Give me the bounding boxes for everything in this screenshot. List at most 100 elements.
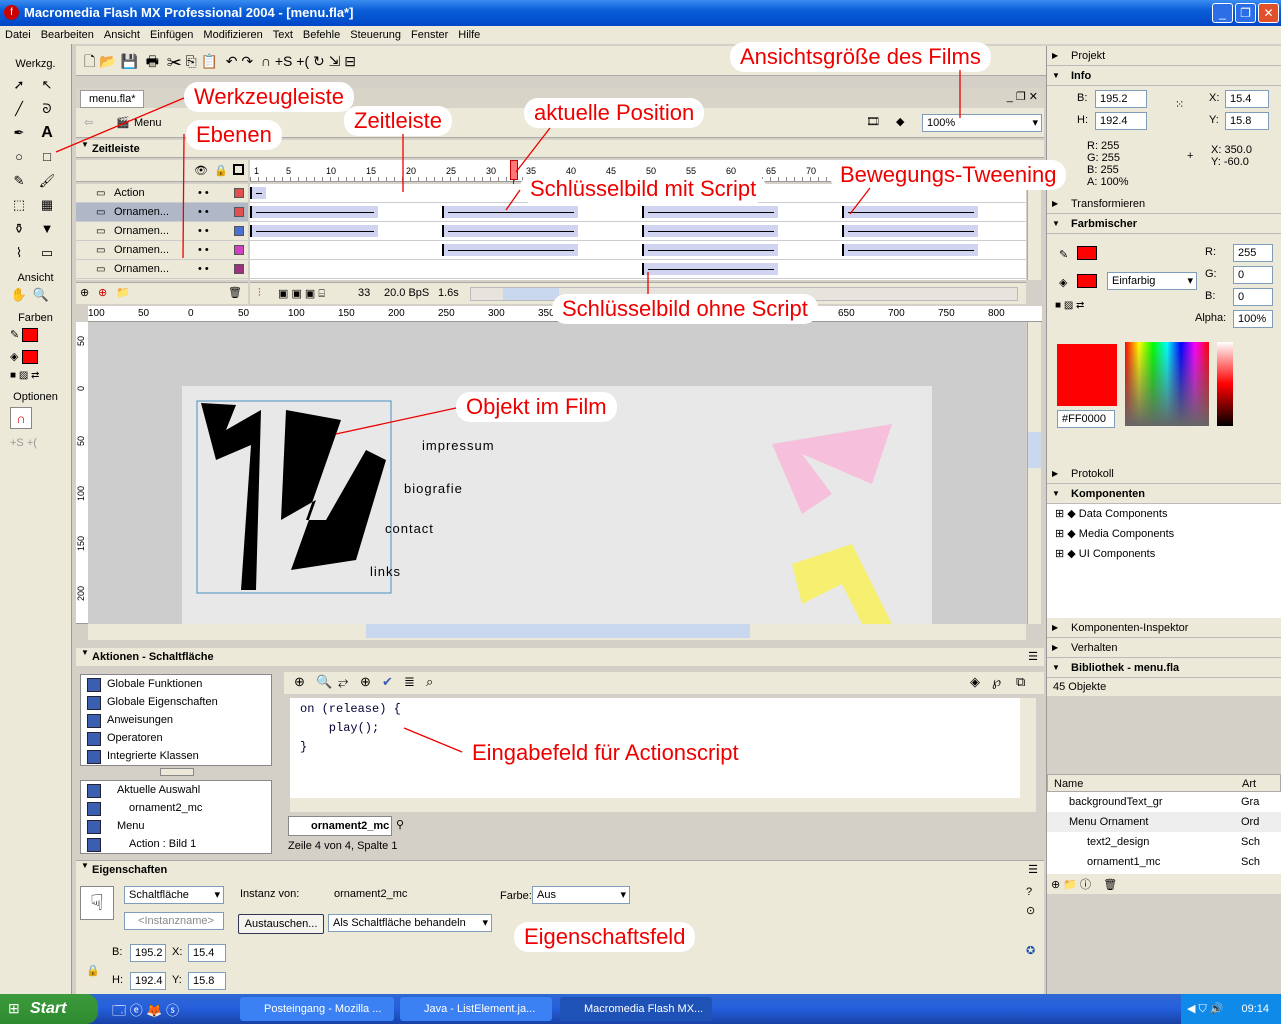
- component-group[interactable]: ⊞ ◆ Data Components: [1047, 504, 1281, 524]
- info-height-field[interactable]: 192.4: [1095, 112, 1147, 130]
- menu-einfügen[interactable]: Einfügen: [145, 29, 198, 41]
- line-tool-icon[interactable]: ╱: [8, 98, 30, 120]
- editor-vscroll[interactable]: [1020, 698, 1036, 798]
- align-icon[interactable]: ⊟: [344, 53, 356, 69]
- registration-grid-icon[interactable]: ⁙: [1175, 98, 1184, 111]
- library-item[interactable]: text2_design Sch: [1047, 832, 1281, 852]
- script-tree-item[interactable]: Aktuelle Auswahl: [81, 781, 271, 799]
- add-statement-icon[interactable]: ⊕: [294, 674, 305, 690]
- action-category[interactable]: Anweisungen: [81, 711, 271, 729]
- ink-bottle-icon[interactable]: ⚱: [8, 218, 30, 240]
- hand-tool-icon[interactable]: ✋: [8, 284, 30, 306]
- view-options-icon[interactable]: ⧉: [1016, 674, 1025, 690]
- code-hint-icon[interactable]: ⌕: [426, 674, 433, 690]
- script-tab[interactable]: ornament2_mc: [288, 816, 392, 836]
- zoom-select[interactable]: 100% ▾: [922, 114, 1042, 132]
- swap-button[interactable]: Austauschen...: [238, 914, 324, 934]
- scene-name[interactable]: Menu: [134, 117, 162, 129]
- component-inspector-header[interactable]: ▶ Komponenten-Inspektor: [1047, 618, 1281, 638]
- help-icon[interactable]: ?: [1026, 886, 1032, 898]
- library-item[interactable]: Menu Ornament Ord: [1047, 812, 1281, 832]
- text-tool-icon[interactable]: A: [36, 122, 58, 144]
- component-group[interactable]: ⊞ ◆ UI Components: [1047, 544, 1281, 564]
- onion-skin-icon[interactable]: ▣ ▣ ▣ ⌸: [278, 287, 325, 301]
- zoom-tool-icon[interactable]: 🔍: [30, 284, 52, 306]
- info-width-field[interactable]: 195.2: [1095, 90, 1147, 108]
- menu-befehle[interactable]: Befehle: [298, 29, 345, 41]
- mixer-fill-swatch[interactable]: [1077, 274, 1097, 288]
- layer-visibility-dots[interactable]: • •: [198, 260, 209, 279]
- editor-hscroll[interactable]: [290, 798, 1036, 812]
- oval-tool-icon[interactable]: ○: [8, 146, 30, 168]
- open-icon[interactable]: 📂: [99, 53, 116, 69]
- layer-row[interactable]: ▭ Ornamen... • •: [76, 260, 248, 279]
- fill-transform-tool-icon[interactable]: ▦: [36, 194, 58, 216]
- print-icon[interactable]: 🖶: [146, 53, 159, 69]
- save-icon[interactable]: 💾: [120, 53, 137, 69]
- edit-icon[interactable]: ⊙: [1026, 904, 1035, 917]
- color-effect-select[interactable]: Aus ▾: [532, 886, 630, 904]
- edit-symbol-icon[interactable]: ◆: [896, 115, 904, 128]
- tray-icons[interactable]: ◀ ⛉ 🔊: [1181, 994, 1224, 1024]
- y-field[interactable]: 15.8: [188, 972, 226, 990]
- fill-type-select[interactable]: Einfarbig ▾: [1107, 272, 1197, 290]
- debug-options-icon[interactable]: ℘: [992, 674, 1001, 690]
- info-x-field[interactable]: 15.4: [1225, 90, 1269, 108]
- minimize-button[interactable]: _: [1212, 3, 1233, 23]
- height-field[interactable]: 192.4: [130, 972, 166, 990]
- projekt-panel-header[interactable]: ▶ Projekt: [1047, 46, 1281, 66]
- lasso-tool-icon[interactable]: ᘐ: [36, 98, 58, 120]
- redo-icon[interactable]: ↷: [241, 53, 253, 69]
- target-path-icon[interactable]: ⊕: [360, 674, 371, 690]
- arrow-tool-icon[interactable]: ➚: [8, 74, 30, 96]
- lock-ratio-icon[interactable]: 🔒: [86, 964, 100, 977]
- menu-item-links[interactable]: links: [370, 564, 401, 579]
- layer-row[interactable]: ▭ Action • •: [76, 184, 248, 203]
- timeline-vscroll[interactable]: [1027, 184, 1041, 280]
- frame-row[interactable]: [250, 241, 1026, 260]
- layer-row[interactable]: ▭ Ornamen... • •: [76, 241, 248, 260]
- menu-item-impressum[interactable]: impressum: [422, 438, 495, 453]
- doc-window-controls[interactable]: _ ❐ ✕: [1007, 90, 1038, 103]
- add-layer-icon[interactable]: ⊕: [80, 286, 89, 299]
- script-tree-item[interactable]: Action : Bild 1: [81, 835, 271, 853]
- maximize-button[interactable]: ❐: [1235, 3, 1256, 23]
- blue-field[interactable]: 0: [1233, 288, 1273, 306]
- layer-visibility-dots[interactable]: • •: [198, 241, 209, 260]
- fill-color-swatch[interactable]: [21, 350, 38, 365]
- check-syntax-icon[interactable]: ✔: [382, 674, 393, 690]
- layer-visibility-dots[interactable]: • •: [198, 184, 209, 203]
- delete-icon[interactable]: 🗑: [1103, 879, 1117, 891]
- eye-icon[interactable]: 👁: [194, 164, 208, 177]
- menu-ansicht[interactable]: Ansicht: [99, 29, 145, 41]
- pen-tool-icon[interactable]: ✒: [8, 122, 30, 144]
- panel-menu-icon[interactable]: ☰: [1028, 863, 1038, 876]
- transform-panel-header[interactable]: ▶ Transformieren: [1047, 194, 1281, 214]
- menu-text[interactable]: Text: [268, 29, 298, 41]
- layer-color-swatch[interactable]: [234, 207, 244, 217]
- center-frame-icon[interactable]: ⫶: [258, 287, 261, 300]
- action-category[interactable]: Globale Eigenschaften: [81, 693, 271, 711]
- alpha-field[interactable]: 100%: [1233, 310, 1273, 328]
- menu-fenster[interactable]: Fenster: [406, 29, 453, 41]
- lock-icon[interactable]: 🔒: [214, 164, 228, 177]
- info-panel-header[interactable]: ▼ Info: [1047, 66, 1281, 86]
- layer-visibility-dots[interactable]: • •: [198, 222, 209, 241]
- green-field[interactable]: 0: [1233, 266, 1273, 284]
- panel-menu-icon[interactable]: ☰: [1028, 650, 1038, 663]
- actions-header[interactable]: ▼ Aktionen - Schaltfläche ☰: [76, 648, 1044, 666]
- add-guide-icon[interactable]: ⊕: [98, 286, 107, 299]
- snap-icon[interactable]: ∩: [261, 53, 271, 69]
- properties-header[interactable]: ▼ Eigenschaften ☰: [76, 860, 1044, 878]
- undo-icon[interactable]: ↶: [226, 53, 238, 69]
- outline-icon[interactable]: [233, 164, 244, 175]
- action-category[interactable]: Integrierte Klassen: [81, 747, 271, 765]
- toolbox-splitter[interactable]: [160, 768, 194, 776]
- copy-icon[interactable]: ⎘: [185, 53, 196, 69]
- paste-icon[interactable]: 📋: [201, 53, 218, 69]
- new-icon[interactable]: 🗋: [84, 53, 95, 69]
- rotate-icon[interactable]: ↻: [313, 53, 325, 69]
- color-mixer-header[interactable]: ▼ Farbmischer: [1047, 214, 1281, 234]
- playhead[interactable]: [510, 160, 518, 180]
- task-java[interactable]: Java - ListElement.ja...: [400, 997, 552, 1021]
